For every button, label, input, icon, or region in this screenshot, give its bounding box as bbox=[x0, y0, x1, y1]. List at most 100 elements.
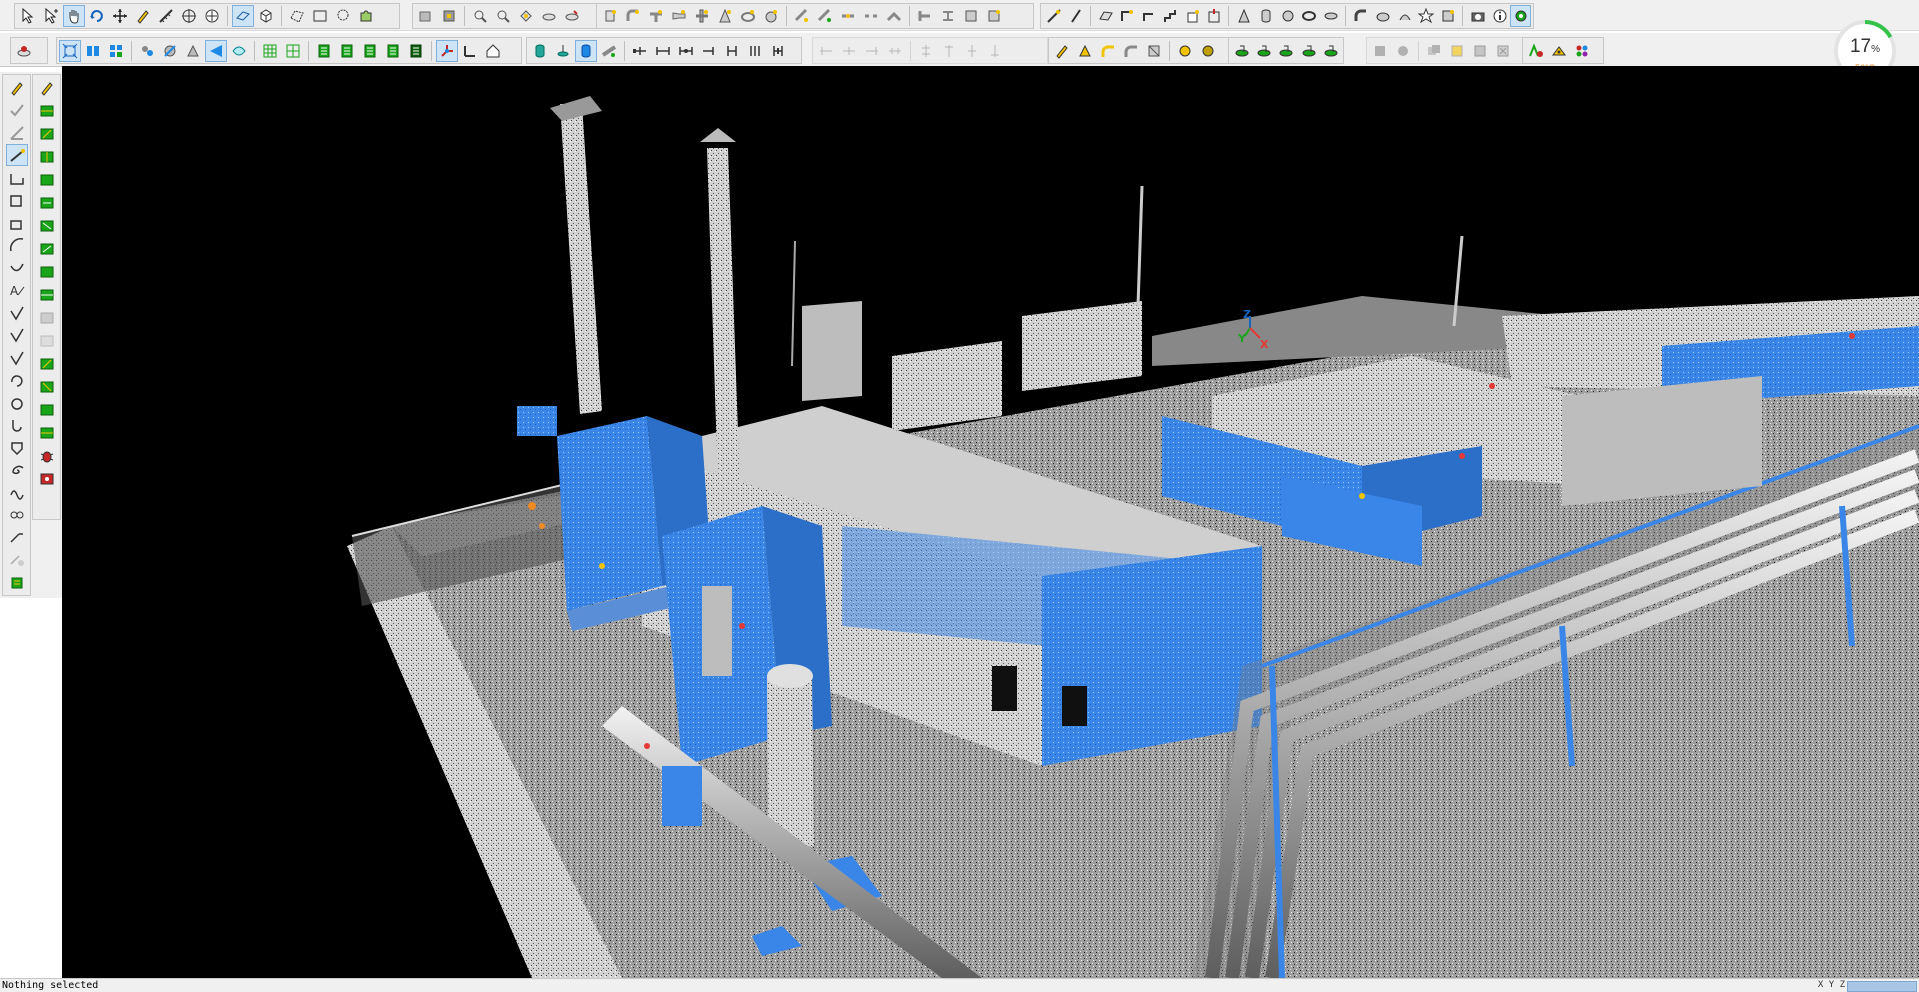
valve-icon[interactable] bbox=[1174, 40, 1196, 62]
draw-rect-icon[interactable] bbox=[6, 212, 28, 233]
draw-polyline-icon[interactable] bbox=[6, 167, 28, 188]
crosshair-icon[interactable] bbox=[178, 5, 200, 27]
layers-grid-icon[interactable] bbox=[259, 40, 281, 62]
flange-fit-icon[interactable] bbox=[691, 5, 713, 27]
grid-icon[interactable] bbox=[105, 40, 127, 62]
align-middle-icon[interactable] bbox=[961, 40, 983, 62]
layer-5-icon[interactable] bbox=[405, 40, 427, 62]
zoom-out-icon[interactable] bbox=[492, 5, 514, 27]
layer-2-icon[interactable] bbox=[336, 40, 358, 62]
cylinder-cut-icon[interactable] bbox=[552, 40, 574, 62]
object-highlight-icon[interactable] bbox=[1446, 40, 1468, 62]
draw-line-icon[interactable] bbox=[5, 144, 28, 166]
box-fit-icon[interactable] bbox=[1182, 5, 1203, 27]
edit-link-icon[interactable] bbox=[6, 504, 28, 525]
elbow-icon[interactable] bbox=[1097, 40, 1119, 62]
connect-end-icon[interactable] bbox=[698, 40, 720, 62]
edit-spiral-icon[interactable] bbox=[6, 459, 28, 480]
edit-check-1-icon[interactable] bbox=[6, 302, 28, 323]
align-center-icon[interactable] bbox=[838, 40, 860, 62]
target-icon[interactable] bbox=[201, 5, 223, 27]
custom-primitive-icon[interactable] bbox=[1437, 5, 1458, 27]
mesh-disabled-2-icon[interactable] bbox=[36, 330, 58, 352]
zoom-extents-icon[interactable] bbox=[515, 5, 537, 27]
gauge-icon[interactable] bbox=[1197, 40, 1219, 62]
cube-icon[interactable] bbox=[255, 5, 277, 27]
point-cloud-viewport[interactable]: Z Y X bbox=[62, 66, 1919, 978]
draw-arc-icon[interactable] bbox=[6, 234, 28, 255]
tee-fit-icon[interactable] bbox=[645, 5, 667, 27]
layer-1-icon[interactable] bbox=[313, 40, 335, 62]
fitting-pencil-icon[interactable] bbox=[1051, 40, 1073, 62]
shading-icon[interactable] bbox=[205, 39, 227, 62]
select-arrow-icon[interactable] bbox=[17, 5, 39, 27]
draw-check-icon[interactable] bbox=[6, 99, 28, 120]
camera-snapshot-icon[interactable] bbox=[1467, 5, 1488, 27]
zoom-in-icon[interactable] bbox=[469, 5, 491, 27]
draw-angle-icon[interactable] bbox=[6, 122, 28, 143]
pipe-split-icon[interactable] bbox=[860, 5, 882, 27]
steel-insert-icon[interactable] bbox=[983, 5, 1005, 27]
nozzle-d-icon[interactable] bbox=[1298, 40, 1319, 62]
mesh-tool-6-icon[interactable] bbox=[36, 215, 58, 237]
fence-icon[interactable] bbox=[286, 5, 308, 27]
zoom-previous-icon[interactable] bbox=[561, 5, 583, 27]
corner-fit-icon[interactable] bbox=[1116, 5, 1137, 27]
color-random-icon[interactable] bbox=[1548, 40, 1570, 62]
mesh-tool-7-icon[interactable] bbox=[36, 238, 58, 260]
pipe-extend-icon[interactable] bbox=[814, 5, 836, 27]
mesh-tool-3-icon[interactable] bbox=[36, 146, 58, 168]
connect-parallel-icon[interactable] bbox=[721, 40, 743, 62]
bend-icon[interactable] bbox=[1120, 40, 1142, 62]
ucs-icon[interactable] bbox=[436, 39, 458, 62]
color-icon[interactable] bbox=[182, 40, 204, 62]
zoom-window-icon[interactable] bbox=[538, 5, 560, 27]
tank-primitive-icon[interactable] bbox=[1372, 5, 1393, 27]
mesh-tool-4-icon[interactable] bbox=[36, 169, 58, 191]
solid-sphere-icon[interactable] bbox=[1392, 40, 1414, 62]
nozzle-e-icon[interactable] bbox=[1320, 40, 1341, 62]
split-view-icon[interactable] bbox=[82, 40, 104, 62]
puzzle-icon[interactable] bbox=[355, 5, 377, 27]
fit-view-icon[interactable] bbox=[59, 39, 81, 62]
draw-pencil-icon[interactable] bbox=[6, 77, 28, 98]
edit-hook-icon[interactable] bbox=[6, 414, 28, 435]
axis-icon[interactable] bbox=[459, 40, 481, 62]
torus-fit-icon[interactable] bbox=[737, 5, 759, 27]
nozzle-a-icon[interactable] bbox=[1231, 40, 1252, 62]
connect-both-icon[interactable] bbox=[675, 40, 697, 62]
mesh-tool-5-icon[interactable] bbox=[36, 192, 58, 214]
steel-shape-icon[interactable] bbox=[960, 5, 982, 27]
pencil-icon[interactable] bbox=[132, 5, 154, 27]
pipe-connect-icon[interactable] bbox=[837, 5, 859, 27]
select-plus-icon[interactable] bbox=[40, 5, 62, 27]
elbow-primitive-icon[interactable] bbox=[1350, 5, 1371, 27]
torus-primitive-icon[interactable] bbox=[1298, 5, 1319, 27]
solid-box-icon[interactable] bbox=[1369, 40, 1391, 62]
draw-curve-icon[interactable] bbox=[6, 257, 28, 278]
rectangle-icon[interactable] bbox=[309, 5, 331, 27]
mesh-tool-2-icon[interactable] bbox=[36, 123, 58, 145]
edit-wave-icon[interactable] bbox=[6, 482, 28, 503]
nozzle-c-icon[interactable] bbox=[1275, 40, 1296, 62]
draw-square-icon[interactable] bbox=[6, 189, 28, 210]
record-icon[interactable] bbox=[36, 468, 58, 490]
nozzle-b-icon[interactable] bbox=[1253, 40, 1274, 62]
color-by-icon[interactable] bbox=[1525, 40, 1547, 62]
lasso-icon[interactable] bbox=[332, 5, 354, 27]
move-icon[interactable] bbox=[109, 5, 131, 27]
mesh-tool-10-icon[interactable] bbox=[36, 353, 58, 375]
mesh-tool-9-icon[interactable] bbox=[36, 284, 58, 306]
edge-fit-icon[interactable] bbox=[1138, 5, 1159, 27]
structure-fit-icon[interactable] bbox=[914, 5, 936, 27]
pipe-run-icon[interactable] bbox=[791, 5, 813, 27]
mesh-tool-1-icon[interactable] bbox=[36, 100, 58, 122]
connect-offset-icon[interactable] bbox=[744, 40, 766, 62]
align-vertical-icon[interactable] bbox=[915, 40, 937, 62]
box-select-icon[interactable] bbox=[232, 5, 254, 27]
mesh-tool-13-icon[interactable] bbox=[36, 422, 58, 444]
object-delete-icon[interactable] bbox=[1492, 40, 1514, 62]
edit-disabled-icon[interactable] bbox=[6, 549, 28, 570]
intensity-icon[interactable] bbox=[159, 40, 181, 62]
reducer-fit-icon[interactable] bbox=[668, 5, 690, 27]
